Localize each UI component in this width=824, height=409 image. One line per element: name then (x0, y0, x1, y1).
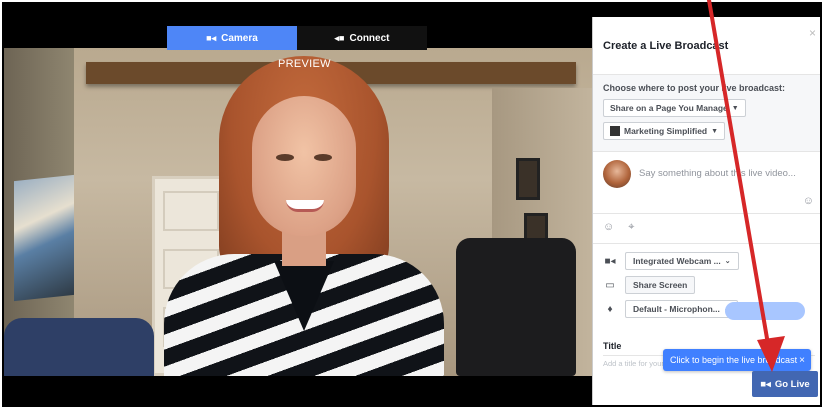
app-frame: ■◂ Camera ◂■ Connect PREVIEW Create a Li… (2, 2, 822, 407)
chevron-down-icon: ▼ (711, 127, 719, 135)
office-chair (456, 238, 576, 376)
mic-level-meter (725, 302, 805, 320)
post-location-section: Choose where to post your live broadcast… (593, 75, 820, 152)
go-live-label: Go Live (774, 378, 810, 390)
wall-painting (14, 174, 74, 302)
video-camera-icon: ■◂ (604, 255, 616, 267)
close-icon[interactable]: × (799, 355, 805, 366)
live-broadcast-panel: Create a Live Broadcast × Choose where t… (592, 17, 820, 405)
composer-actions: ☺ ⌖ (593, 214, 820, 244)
composer[interactable]: Say something about this live video... ☺ (593, 152, 820, 214)
presenter (154, 56, 454, 376)
go-live-tooltip: Click to begin the live broadcast × (663, 349, 811, 376)
camera-select[interactable]: Integrated Webcam ... ⌄ (625, 252, 739, 270)
close-icon[interactable]: × (809, 26, 816, 40)
share-destination-dropdown[interactable]: Share on a Page You Manage ▼ (603, 99, 746, 117)
microphone-select-value: Default - Microphon... (633, 304, 720, 314)
page-select-value: Marketing Simplified (624, 126, 708, 136)
post-location-label: Choose where to post your live broadcast… (603, 83, 786, 93)
composer-placeholder: Say something about this live video... (639, 168, 796, 179)
avatar (603, 160, 631, 188)
preview-label: PREVIEW (278, 58, 331, 70)
connect-icon: ◂■ (334, 32, 345, 43)
camera-preview: ■◂ Camera ◂■ Connect PREVIEW (4, 4, 592, 405)
screen-row: ▭ Share Screen (603, 276, 814, 294)
tab-camera-label: Camera (221, 32, 258, 44)
emoji-icon[interactable]: ☺ (803, 195, 814, 207)
couch (4, 318, 154, 376)
location-pin-icon[interactable]: ⌖ (628, 221, 634, 236)
share-destination-value: Share on a Page You Manage (610, 103, 728, 113)
share-screen-button[interactable]: Share Screen (625, 276, 696, 294)
wall-frame (516, 158, 540, 200)
go-live-button[interactable]: ■◂ Go Live (752, 371, 818, 397)
microphone-icon: ♦ (607, 303, 613, 315)
webcam-video (4, 48, 592, 376)
tab-camera[interactable]: ■◂ Camera (167, 26, 297, 50)
tab-connect[interactable]: ◂■ Connect (297, 26, 427, 50)
video-camera-icon: ■◂ (760, 378, 771, 390)
chevron-down-icon: ▼ (731, 104, 739, 112)
monitor-icon: ▭ (605, 279, 615, 291)
page-thumbnail-icon (610, 126, 620, 136)
panel-header: Create a Live Broadcast × (593, 17, 820, 75)
preview-bottom-bar (4, 376, 592, 405)
camera-row: ■◂ Integrated Webcam ... ⌄ (603, 252, 814, 270)
tooltip-text: Click to begin the live broadcast (670, 355, 798, 365)
video-camera-icon: ■◂ (206, 32, 217, 43)
feeling-icon[interactable]: ☺ (603, 221, 614, 236)
microphone-select[interactable]: Default - Microphon... ⌄ (625, 300, 738, 318)
tab-connect-label: Connect (349, 32, 390, 44)
page-select-dropdown[interactable]: Marketing Simplified ▼ (603, 122, 726, 140)
camera-select-value: Integrated Webcam ... (633, 256, 721, 266)
source-tabs: ■◂ Camera ◂■ Connect (167, 26, 427, 50)
chevron-down-icon: ⌄ (724, 258, 731, 265)
panel-title: Create a Live Broadcast (603, 39, 729, 52)
